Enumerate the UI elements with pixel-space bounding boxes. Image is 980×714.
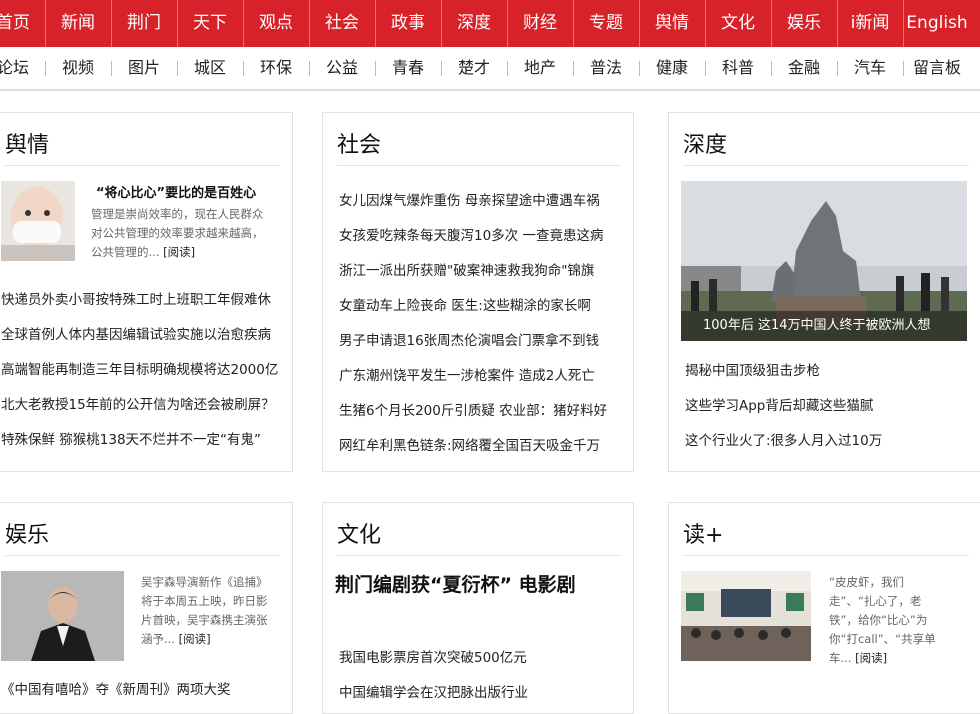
read-plus-desc: “皮皮虾，我们 走”、“扎心了，老 铁”，给你“比心”为 你“打call”、“共… [829,575,936,665]
news-link[interactable]: 北大老教授15年前的公开信为啥还会被刷屏？ [1,393,275,413]
subnav-law[interactable]: 普法 [574,47,638,89]
news-list: 我国电影票房首次突破500亿元 中国编辑学会在汉把脉出版行业 [339,503,629,713]
nav-jingmen[interactable]: 荆门 [112,0,176,47]
nav-inews[interactable]: i新闻 [838,0,902,47]
nav-english[interactable]: English [904,0,970,47]
subnav-finance[interactable]: 金融 [772,47,836,89]
news-list: 快递员外卖小哥按特殊工时上班职工年假难休 全球首例人体内基因编辑试验实施以治愈疾… [1,113,291,471]
subnav-forum[interactable]: 论坛 [0,47,32,89]
news-link[interactable]: 高端智能再制造三年目标明确规模将达2000亿 [1,358,278,378]
subnav-charity[interactable]: 公益 [310,47,374,89]
nav-opinion[interactable]: 观点 [244,0,308,47]
news-list: 女儿因煤气爆炸重伤 母亲探望途中遭遇车祸 女孩爱吃辣条每天腹泻10多次 一查竟患… [339,113,629,471]
news-link[interactable]: 这个行业火了:很多人月入过10万 [685,429,882,449]
card-title[interactable]: 读+ [683,523,723,548]
news-link[interactable]: 女童动车上险丧命 医生:这些糊涂的家长啊 [339,294,591,314]
sub-nav: 论坛 视频 图片 城区 环保 公益 青春 楚才 地产 普法 健康 科普 金融 汽… [0,47,980,91]
nav-politics[interactable]: 政事 [376,0,440,47]
news-link[interactable]: 快递员外卖小哥按特殊工时上班职工年假难休 [1,288,271,308]
news-link[interactable]: 男子申请退16张周杰伦演唱会门票拿不到钱 [339,329,599,349]
news-link[interactable]: 这些学习App背后却藏这些猫腻 [685,394,873,414]
subnav-realestate[interactable]: 地产 [508,47,572,89]
read-more-link[interactable]: [阅读] [855,651,887,665]
subnav-youth[interactable]: 青春 [376,47,440,89]
card-entertainment: 娱乐 吴宇森导演新作《追捕》 将于本周五上映，昨日影 片首映，吴宇森携主演张 涵… [0,502,293,714]
card-culture: 文化 荆门编剧获“夏衍杯” 电影剧 我国电影票房首次突破500亿元 中国编辑学会… [322,502,634,714]
card-read-plus: 读+ “皮皮虾，我们 走”、“扎心了，老 铁”，给你“比心”为 你“打call”… [668,502,980,714]
top-nav: 首页 新闻 荆门 天下 观点 社会 政事 深度 财经 专题 舆情 文化 娱乐 i… [0,0,980,47]
nav-depth[interactable]: 深度 [442,0,506,47]
subnav-talent[interactable]: 楚才 [442,47,506,89]
news-link[interactable]: 浙江一派出所获赠"破案神速救我狗命"锦旗 [339,259,594,279]
subnav-science[interactable]: 科普 [706,47,770,89]
subnav-video[interactable]: 视频 [46,47,110,89]
nav-entertainment[interactable]: 娱乐 [772,0,836,47]
nav-news[interactable]: 新闻 [46,0,110,47]
news-link[interactable]: 中国编辑学会在汉把脉出版行业 [339,681,528,701]
subnav-guestbook[interactable]: 留言板 [904,47,970,89]
nav-topics[interactable]: 专题 [574,0,638,47]
news-link[interactable]: 揭秘中国顶级狙击步枪 [685,359,820,379]
subnav-environment[interactable]: 环保 [244,47,308,89]
nav-society[interactable]: 社会 [310,0,374,47]
card-society: 社会 女儿因煤气爆炸重伤 母亲探望途中遭遇车祸 女孩爱吃辣条每天腹泻10多次 一… [322,112,634,472]
read-plus-photo[interactable] [681,571,811,661]
news-link[interactable]: 我国电影票房首次突破500亿元 [339,646,527,666]
card-depth: 深度 100年后 这14万中国人终于被欧洲人想 揭秘中国顶级狙击步枪 这些学习A… [668,112,980,472]
news-link[interactable]: 《中国有嘻哈》夺《新周刊》两项大奖 [1,678,231,698]
subnav-health[interactable]: 健康 [640,47,704,89]
news-link[interactable]: 女儿因煤气爆炸重伤 母亲探望途中遭遇车祸 [339,189,600,209]
news-list: 揭秘中国顶级狙击步枪 这些学习App背后却藏这些猫腻 这个行业火了:很多人月入过… [685,113,975,471]
nav-home[interactable]: 首页 [0,0,32,47]
subnav-pictures[interactable]: 图片 [112,47,176,89]
nav-public-opinion[interactable]: 舆情 [640,0,704,47]
news-list: 《中国有嘻哈》夺《新周刊》两项大奖 [1,503,291,713]
news-link[interactable]: 女孩爱吃辣条每天腹泻10多次 一查竟患这病 [339,224,603,244]
nav-finance[interactable]: 财经 [508,0,572,47]
news-link[interactable]: 特殊保鲜 猕猴桃138天不烂并不一定“有鬼” [1,428,261,448]
nav-world[interactable]: 天下 [178,0,242,47]
news-link[interactable]: 网红牟利黑色链条:网络覆全国百天吸金千万 [339,434,600,454]
news-link[interactable]: 生猪6个月长200斤引质疑 农业部：猪好料好 [339,399,607,419]
card-public-opinion: 舆情 “将心比心”要比的是百姓心 管理是崇尚效率的，现在人民群众 对公共管理的效… [0,112,293,472]
nav-culture[interactable]: 文化 [706,0,770,47]
subnav-district[interactable]: 城区 [178,47,242,89]
news-link[interactable]: 全球首例人体内基因编辑试验实施以治愈疾病 [1,323,271,343]
card-header: 读+ [683,519,969,556]
subnav-auto[interactable]: 汽车 [838,47,902,89]
news-link[interactable]: 广东潮州饶平发生一涉枪案件 造成2人死亡 [339,364,595,384]
